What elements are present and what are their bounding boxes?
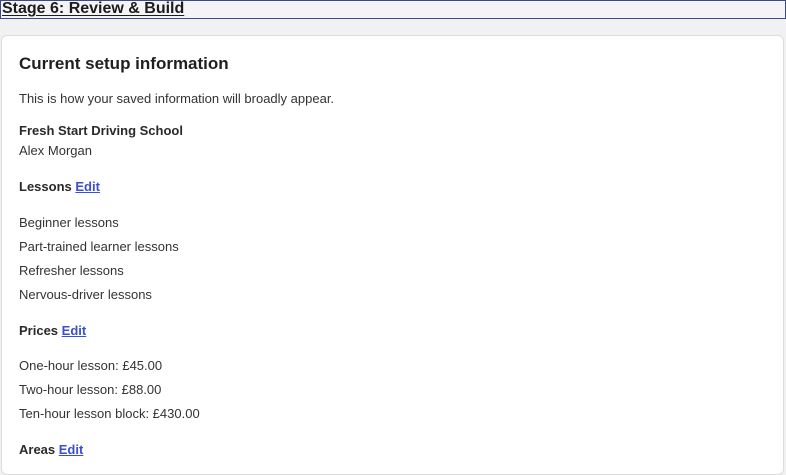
lessons-heading-row: Lessons Edit [19, 179, 100, 195]
business-name: Fresh Start Driving School [19, 123, 183, 138]
price-item: Two-hour lesson: £88.00 [19, 382, 162, 397]
lesson-item: Beginner lessons [19, 215, 119, 230]
areas-heading-row: Areas Edit [19, 442, 83, 458]
prices-edit-link[interactable]: Edit [62, 323, 87, 338]
lesson-item: Part-trained learner lessons [19, 239, 179, 254]
lesson-item: Refresher lessons [19, 263, 124, 278]
stage-header-bar: Stage 6: Review & Build [0, 0, 786, 19]
card-title: Current setup information [19, 54, 229, 73]
owner-name: Alex Morgan [19, 143, 92, 158]
areas-edit-link[interactable]: Edit [59, 442, 84, 457]
lessons-heading: Lessons [19, 179, 72, 194]
prices-heading: Prices [19, 323, 59, 338]
stage-title: Stage 6: Review & Build [2, 0, 185, 17]
prices-heading-row: Prices Edit [19, 323, 86, 339]
lesson-item: Nervous-driver lessons [19, 287, 152, 302]
setup-summary-card: Current setup information This is how yo… [1, 35, 784, 475]
intro-text: This is how your saved information will … [19, 91, 335, 106]
price-item: Ten-hour lesson block: £430.00 [19, 406, 200, 421]
lessons-edit-link[interactable]: Edit [75, 179, 100, 194]
areas-heading: Areas [19, 442, 56, 457]
price-item: One-hour lesson: £45.00 [19, 358, 163, 373]
